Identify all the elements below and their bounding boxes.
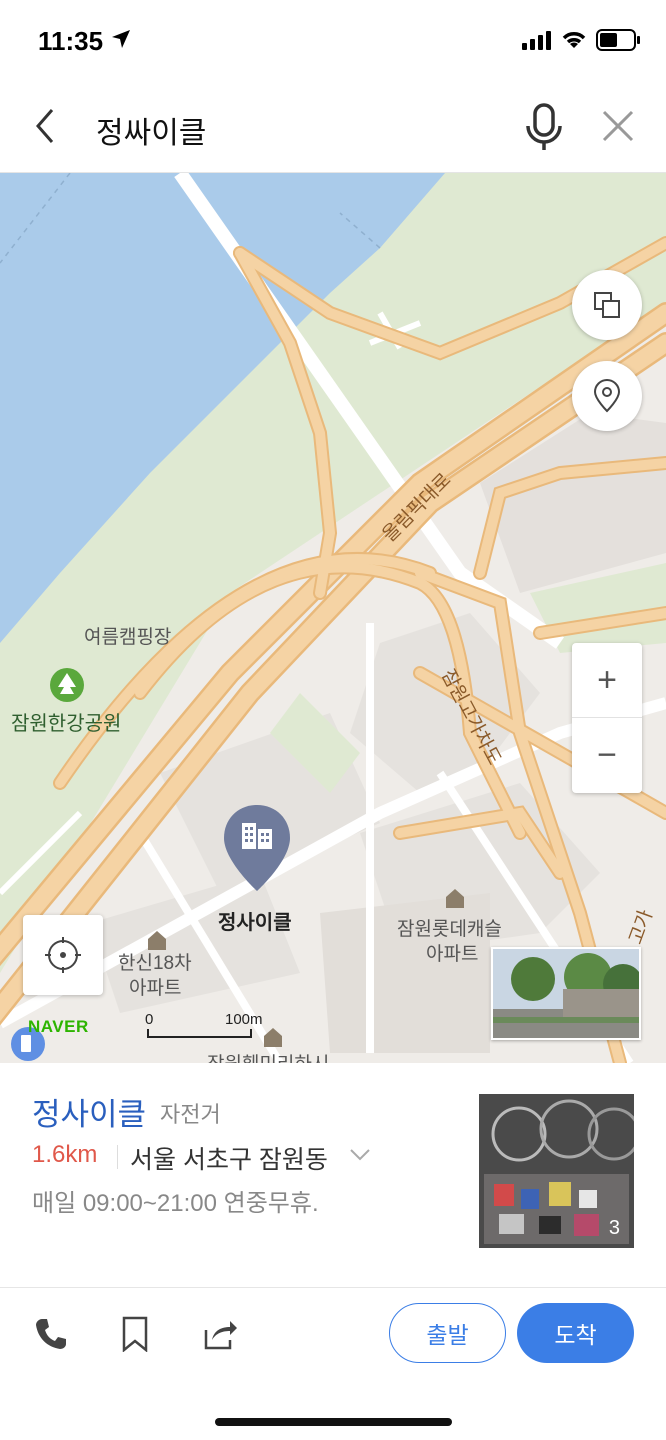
map-pin-icon <box>593 379 621 413</box>
map-label-camping: 여름캠핑장 <box>84 627 172 648</box>
layers-icon <box>594 292 620 318</box>
scale-bar <box>147 1029 252 1038</box>
layers-button[interactable] <box>572 270 642 340</box>
status-time: 11:35 <box>38 26 104 56</box>
place-card[interactable]: 정사이클 자전거 1.6km 서울 서초구 잠원동 매일 09:00~21:00… <box>0 1063 666 1288</box>
zoom-control: + − <box>572 643 642 793</box>
divider <box>117 1145 118 1169</box>
zoom-in-button[interactable]: + <box>572 643 642 718</box>
chevron-down-icon[interactable] <box>348 1147 372 1163</box>
close-icon[interactable] <box>598 106 638 146</box>
map-label-apt1-line2: 아파트 <box>129 978 182 999</box>
map-label-cutoff: 잠원훼미리하시 <box>207 1049 329 1063</box>
arrive-button[interactable]: 도착 <box>517 1303 634 1363</box>
zoom-out-button[interactable]: − <box>572 718 642 793</box>
place-distance: 1.6km <box>32 1141 98 1168</box>
battery-icon <box>596 29 640 51</box>
microphone-icon[interactable] <box>522 102 566 152</box>
search-bar: 정싸이클 <box>0 80 666 173</box>
map-view[interactable]: 여름캠핑장 잠원한강공원 올림픽대로 잠원고가차도 고가 정사이클 한신18차 … <box>0 173 666 1063</box>
home-indicator[interactable] <box>215 1418 452 1426</box>
bookmark-icon[interactable] <box>120 1316 150 1352</box>
cellular-signal-icon <box>522 31 551 50</box>
place-address[interactable]: 서울 서초구 잠원동 <box>130 1140 328 1176</box>
wifi-icon <box>562 32 586 48</box>
place-hours: 매일 09:00~21:00 연중무휴. <box>32 1190 319 1217</box>
start-button[interactable]: 출발 <box>389 1303 506 1363</box>
map-label-place[interactable]: 정사이클 <box>218 906 292 935</box>
action-bar: 출발 도착 <box>0 1288 666 1388</box>
map-label-apt2-line2: 아파트 <box>426 944 479 965</box>
map-label-park[interactable]: 잠원한강공원 <box>11 707 121 736</box>
status-bar: 11:35 <box>0 0 666 80</box>
search-query[interactable]: 정싸이클 <box>96 108 206 152</box>
share-icon[interactable] <box>202 1316 238 1352</box>
place-category: 자전거 <box>160 1102 221 1127</box>
naver-logo: NAVER <box>28 1017 89 1036</box>
place-name[interactable]: 정사이클 <box>32 1089 146 1134</box>
street-view-thumbnail[interactable] <box>491 947 641 1040</box>
location-arrow-icon <box>112 30 130 48</box>
place-photo[interactable]: 3 <box>479 1094 634 1248</box>
map-label-apt1-line1: 한신18차 <box>118 953 192 974</box>
crosshair-icon <box>45 937 81 973</box>
phone-icon[interactable] <box>33 1316 69 1352</box>
back-icon[interactable] <box>28 104 68 148</box>
place-pin-icon[interactable] <box>222 803 292 895</box>
street-view-image <box>493 949 639 1038</box>
map-scale: 0 100m <box>145 1011 275 1039</box>
location-pin-button[interactable] <box>572 361 642 431</box>
map-label-apt2-line1: 잠원롯데캐슬 <box>397 919 502 940</box>
current-location-button[interactable] <box>23 915 103 995</box>
photo-count: 3 <box>608 1217 620 1239</box>
